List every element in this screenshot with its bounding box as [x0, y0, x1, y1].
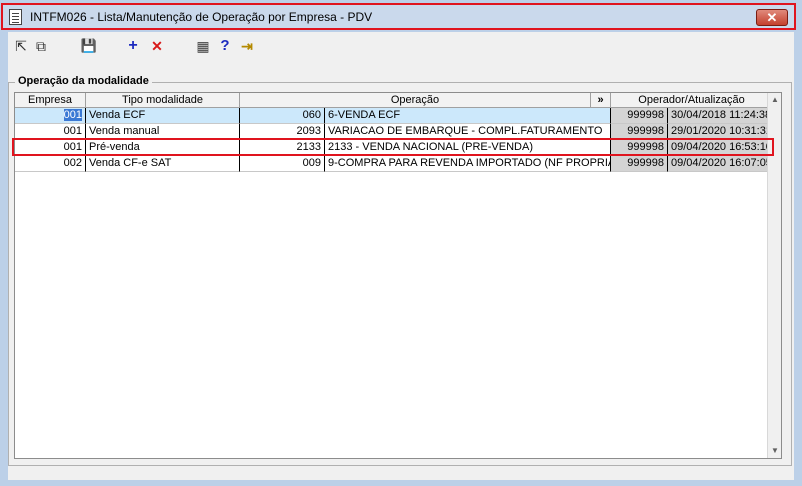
cell-tipo[interactable]: Venda CF-e SAT — [86, 156, 240, 172]
group-label: Operação da modalidade — [15, 75, 152, 87]
highlighted-row-outline — [12, 138, 774, 156]
cell-op-desc[interactable]: 6-VENDA ECF — [325, 108, 611, 124]
cell-data: 09/04/2020 16:07:05 — [668, 156, 773, 172]
cell-op-code[interactable]: 009 — [240, 156, 325, 172]
cell-operador: 999998 — [611, 156, 668, 172]
cell-data: 30/04/2018 11:24:38 — [668, 108, 773, 124]
cell-op-desc[interactable]: 9-COMPRA PARA REVENDA IMPORTADO (NF PROP… — [325, 156, 611, 172]
toolbar: ⇱ ⧉ 💾 + ✕ ▦ ? ⇥ — [8, 32, 794, 60]
cell-empresa-value: 001 — [63, 109, 82, 121]
first-record-icon[interactable]: ⇱ — [12, 37, 30, 55]
save-icon[interactable]: 💾 — [80, 37, 98, 55]
table-row[interactable]: 002 Venda CF-e SAT 009 9-COMPRA PARA REV… — [15, 156, 773, 172]
copy-record-icon[interactable]: ⧉ — [32, 37, 50, 55]
calendar-icon[interactable]: ▦ — [194, 37, 212, 55]
col-header-tipo-modalidade[interactable]: Tipo modalidade — [86, 93, 240, 108]
table-row[interactable]: 001 Venda ECF 060 6-VENDA ECF 999998 30/… — [15, 108, 773, 124]
expand-columns-button[interactable]: » — [591, 93, 611, 108]
cell-operador: 999998 — [611, 108, 668, 124]
scroll-up-icon[interactable]: ▲ — [768, 93, 781, 107]
client-area: ⇱ ⧉ 💾 + ✕ ▦ ? ⇥ Operação da modalidade E… — [8, 32, 794, 480]
cell-empresa[interactable]: 001 — [15, 108, 86, 124]
cell-tipo[interactable]: Venda ECF — [86, 108, 240, 124]
col-header-operador-atualizacao[interactable]: Operador/Atualização — [611, 93, 773, 108]
window-title: INTFM026 - Lista/Manutenção de Operação … — [30, 10, 373, 24]
title-bar[interactable]: INTFM026 - Lista/Manutenção de Operação … — [1, 3, 796, 30]
help-icon[interactable]: ? — [216, 37, 234, 55]
cell-op-code[interactable]: 060 — [240, 108, 325, 124]
delete-icon[interactable]: ✕ — [148, 37, 166, 55]
cell-empresa[interactable]: 002 — [15, 156, 86, 172]
exit-icon[interactable]: ⇥ — [238, 37, 256, 55]
scroll-down-icon[interactable]: ▼ — [768, 444, 781, 458]
close-button[interactable]: ✕ — [756, 9, 788, 26]
col-header-empresa[interactable]: Empresa — [15, 93, 86, 108]
add-icon[interactable]: + — [124, 37, 142, 55]
app-window: INTFM026 - Lista/Manutenção de Operação … — [0, 0, 802, 486]
col-header-operacao[interactable]: Operação — [240, 93, 591, 108]
document-icon — [9, 9, 22, 25]
